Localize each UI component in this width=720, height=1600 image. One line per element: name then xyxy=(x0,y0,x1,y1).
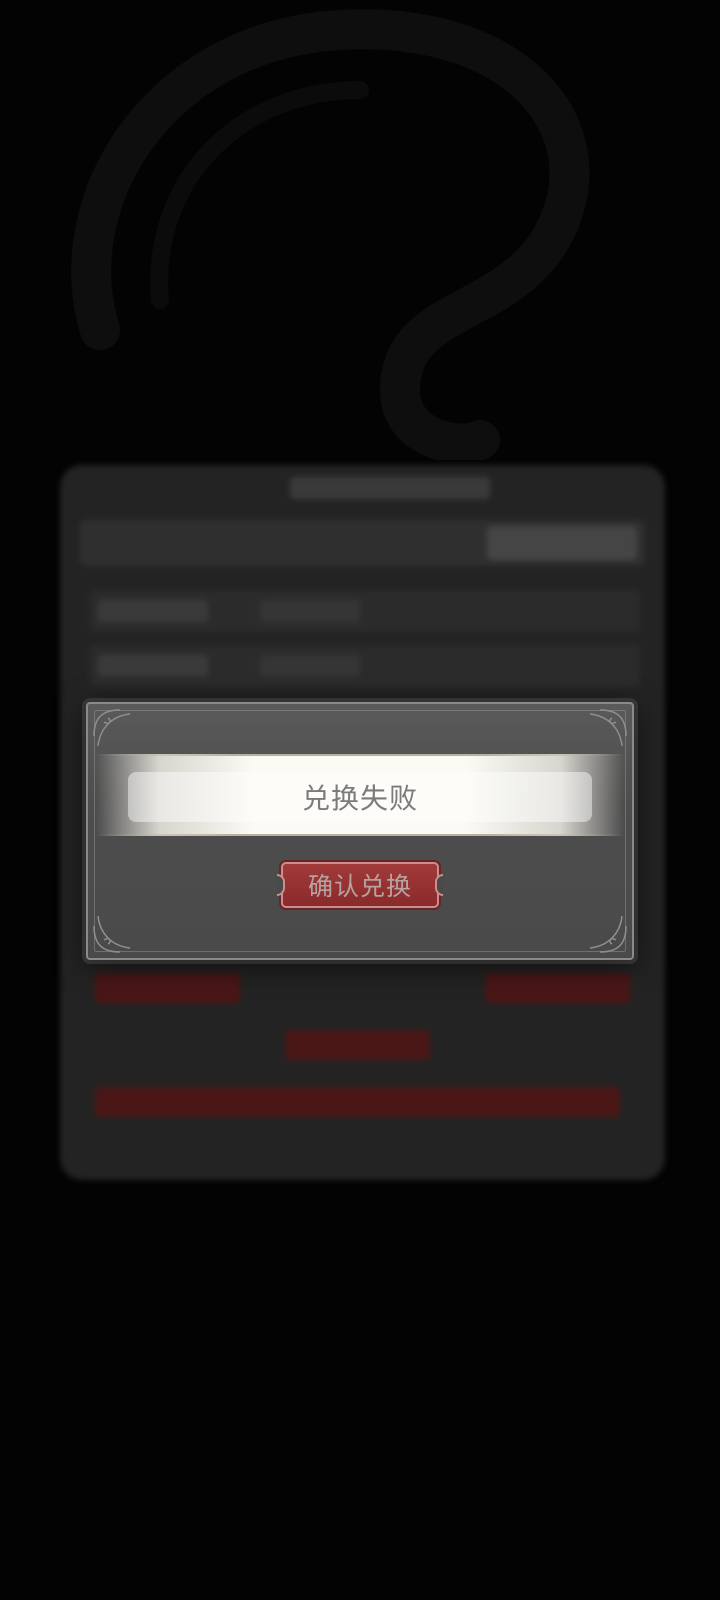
confirm-exchange-button[interactable]: 确认兑换 xyxy=(277,862,443,908)
ornament-corner-icon xyxy=(93,915,131,953)
background-swirl-decoration xyxy=(71,9,590,460)
background-tabs xyxy=(80,520,645,566)
background-wide-button xyxy=(95,1087,620,1117)
screen: 兑换失败 确认兑换 xyxy=(0,0,720,1600)
confirm-exchange-label: 确认兑换 xyxy=(307,872,412,901)
message-box: 兑换失败 xyxy=(128,772,592,822)
background-button xyxy=(95,973,240,1003)
dialog-message: 兑换失败 xyxy=(301,782,418,815)
button-notch-left xyxy=(277,874,285,896)
ornament-corner-icon xyxy=(589,915,627,953)
background-tab-active xyxy=(487,526,637,560)
background-button xyxy=(285,1030,430,1060)
background-panel-title xyxy=(290,477,490,499)
message-band: 兑换失败 xyxy=(96,754,624,836)
button-notch-right xyxy=(435,874,443,896)
background-button xyxy=(485,973,630,1003)
background-row xyxy=(90,645,640,687)
background-row xyxy=(90,590,640,632)
exchange-result-dialog: 兑换失败 确认兑换 xyxy=(86,702,634,960)
